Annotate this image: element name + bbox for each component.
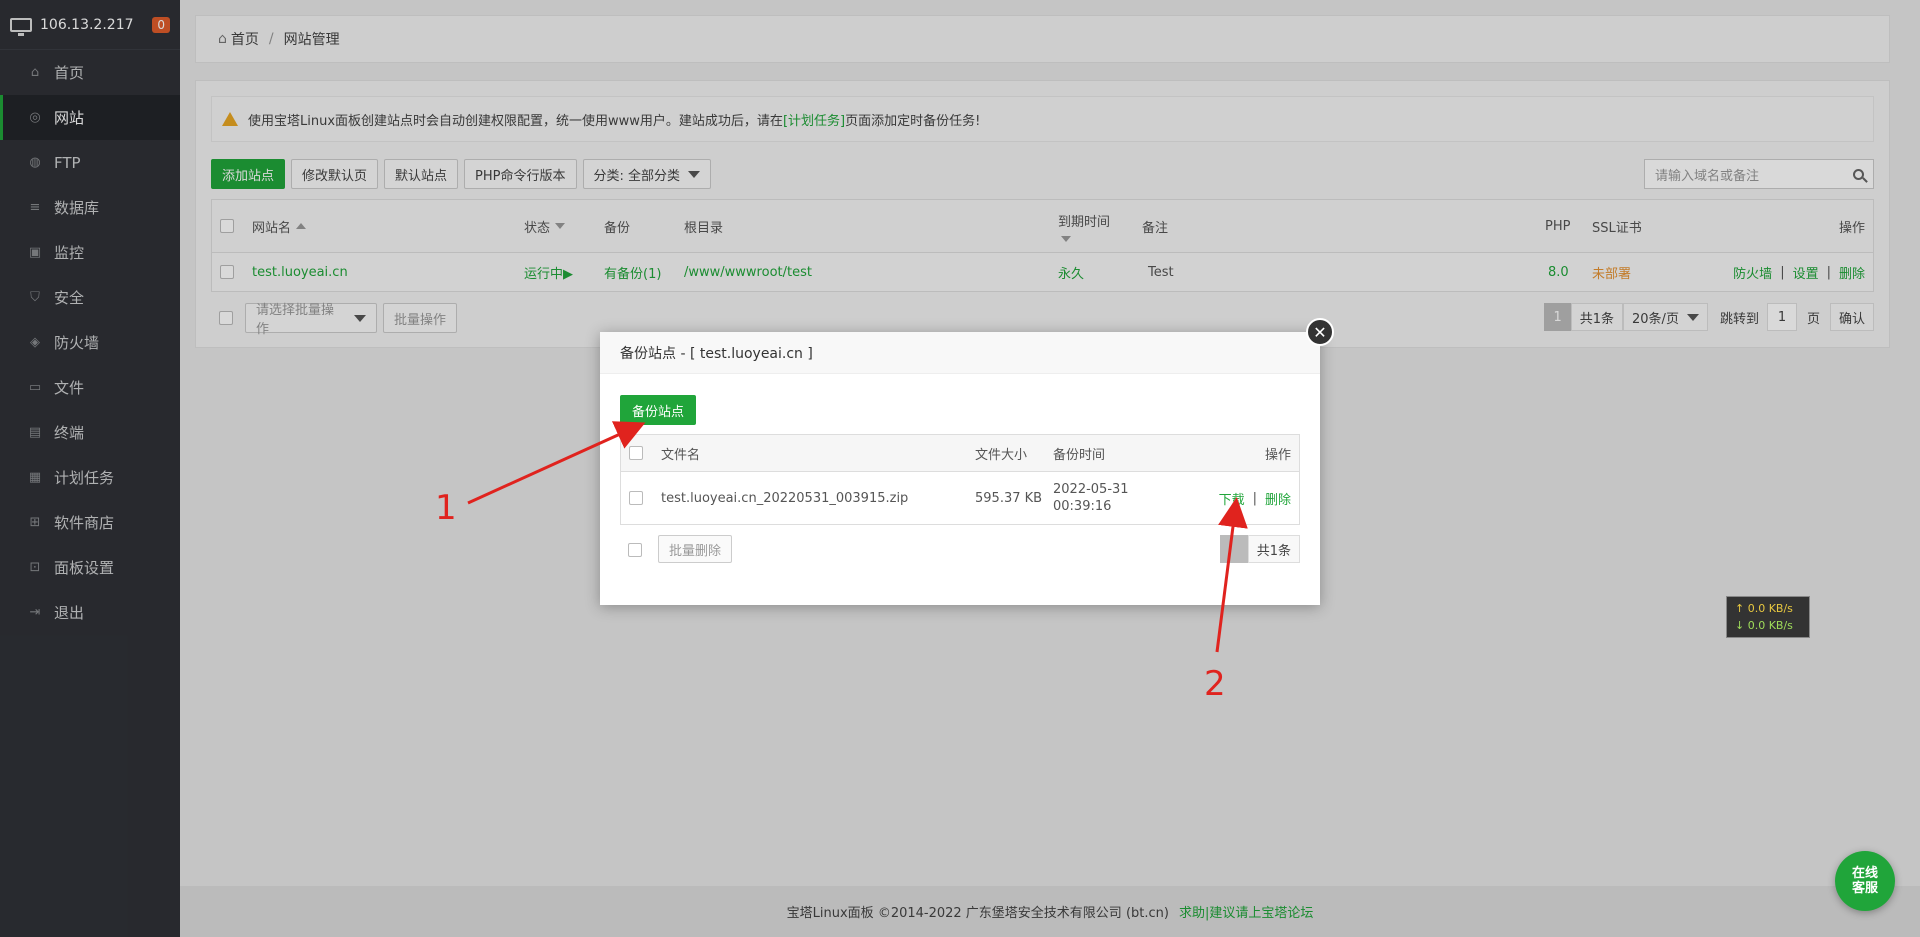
annotation-step-1: 1 — [435, 488, 457, 528]
arrow-to-download-link — [1215, 497, 1248, 653]
annotation-step-2: 2 — [1204, 664, 1226, 704]
annotation-arrows — [467, 421, 1248, 653]
arrow-to-backup-button — [467, 421, 646, 505]
